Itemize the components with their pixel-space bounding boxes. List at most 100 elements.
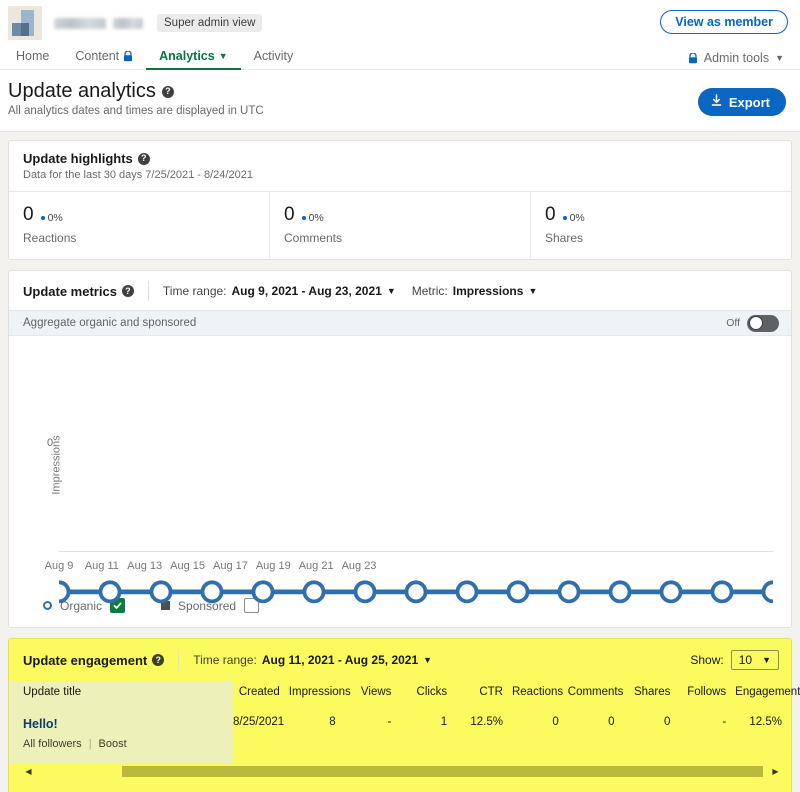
table-row: Hello! All followers | Boost 8/25/2021 8…: [9, 706, 791, 764]
time-range-label: Time range:: [162, 284, 227, 298]
organic-marker-icon: [43, 601, 52, 610]
chevron-down-icon: ▼: [775, 52, 784, 63]
help-icon[interactable]: ?: [137, 152, 150, 165]
export-label: Export: [728, 94, 770, 110]
divider: |: [88, 738, 92, 750]
cell-created: 8/25/2021: [233, 716, 285, 728]
stat-delta-text: 0%: [569, 212, 585, 224]
chevron-down-icon: ▼: [762, 654, 771, 665]
cell-follows: -: [722, 716, 727, 728]
stat-delta-text: 0%: [308, 212, 324, 224]
aggregate-toggle[interactable]: [747, 314, 779, 332]
metric-value: Impressions: [452, 284, 524, 298]
admin-tools-label: Admin tools: [703, 51, 770, 65]
nav-item-content[interactable]: Content: [62, 49, 146, 70]
aggregate-toggle-wrap: Off: [726, 314, 779, 332]
show-rows-control: Show: 10 ▼: [690, 650, 779, 670]
show-label: Show:: [690, 653, 724, 667]
company-logo-icon[interactable]: [8, 6, 42, 40]
stat-value: 0: [23, 204, 34, 225]
metric-dropdown[interactable]: Metric: Impressions ▼: [412, 284, 538, 298]
engagement-table-body: Hello! All followers | Boost 8/25/2021 8…: [9, 706, 791, 764]
cell-reactions: 0: [552, 716, 559, 728]
chart-x-tick: Aug 13: [127, 560, 163, 572]
time-range-value: Aug 9, 2021 - Aug 23, 2021: [231, 284, 382, 298]
nav-item-home[interactable]: Home: [8, 49, 62, 70]
delta-dot-icon: [562, 216, 567, 220]
update-engagement-title: Update engagement ?: [23, 652, 165, 668]
scrollbar-thumb[interactable]: [122, 765, 763, 777]
toggle-state-label: Off: [726, 317, 740, 329]
chart-x-tick: Aug 23: [341, 560, 377, 572]
stat-delta: 0%: [301, 212, 324, 224]
chevron-right-icon[interactable]: ▶: [770, 767, 781, 776]
stat-shares: 0 0% Shares: [531, 192, 791, 259]
company-name-blurred[interactable]: [54, 17, 143, 29]
nav-item-label: Activity: [253, 49, 294, 63]
update-engagement-header: Update engagement ? Time range: Aug 11, …: [9, 639, 791, 681]
admin-tools-menu[interactable]: Admin tools ▼: [688, 51, 784, 65]
page-body: Update highlights ? Data for the last 30…: [0, 132, 800, 792]
time-range-dropdown[interactable]: Time range: Aug 9, 2021 - Aug 23, 2021 ▼: [163, 284, 396, 298]
stat-delta: 0%: [40, 212, 63, 224]
card-title-text: Update highlights: [23, 151, 133, 166]
chart-x-tick: Aug 19: [255, 560, 291, 572]
divider: [178, 650, 180, 670]
chevron-down-icon: ▼: [423, 654, 433, 665]
nav-item-activity[interactable]: Activity: [241, 49, 307, 70]
update-title-link[interactable]: Hello!: [23, 717, 224, 731]
nav-item-analytics[interactable]: Analytics ▼: [146, 49, 241, 70]
metric-label: Metric:: [411, 284, 448, 298]
nav-item-label: Analytics: [159, 49, 215, 63]
show-rows-dropdown[interactable]: 10 ▼: [730, 650, 779, 670]
download-icon: [710, 94, 723, 110]
stat-delta: 0%: [562, 212, 585, 224]
engagement-time-range-dropdown[interactable]: Time range: Aug 11, 2021 - Aug 25, 2021 …: [193, 653, 432, 667]
stat-label: Comments: [284, 231, 343, 245]
chart-x-tick: Aug 15: [170, 560, 205, 572]
chart-y-tick-0: 0: [47, 436, 54, 449]
impressions-chart: Impressions 0 Aug 9 Aug 11 Aug 13 Aug 15 Aug…: [9, 336, 791, 604]
stat-value: 0: [545, 204, 556, 225]
page-header: Update analytics ? All analytics dates a…: [0, 70, 800, 132]
cell-impressions: 8: [329, 716, 336, 728]
export-button[interactable]: Export: [697, 88, 786, 116]
toggle-knob: [748, 316, 763, 330]
help-icon[interactable]: ?: [152, 654, 165, 666]
audience-label: All followers: [23, 738, 82, 750]
page-subtitle: All analytics dates and times are displa…: [8, 105, 264, 117]
time-range-label: Time range:: [193, 653, 257, 667]
update-metrics-header: Update metrics ? Time range: Aug 9, 2021…: [9, 271, 791, 310]
highlights-stats-row: 0 0% Reactions 0 0% Comments 0 0% Shares: [9, 191, 791, 259]
chart-x-tick: Aug 9: [44, 560, 74, 572]
update-highlights-card: Update highlights ? Data for the last 30…: [8, 140, 792, 260]
cell-comments: 0: [608, 716, 615, 728]
card-title-text: Update engagement: [23, 652, 148, 668]
delta-dot-icon: [301, 216, 306, 220]
chart-x-tick: Aug 11: [84, 560, 119, 572]
chart-x-tick-labels: Aug 9 Aug 11 Aug 13 Aug 15 Aug 17 Aug 19 Aug 2…: [45, 560, 773, 576]
page-title: Update analytics ?: [8, 80, 784, 103]
nav-item-label: Home: [16, 49, 50, 63]
stat-comments: 0 0% Comments: [270, 192, 531, 259]
update-metrics-card: Update metrics ? Time range: Aug 9, 2021…: [8, 270, 792, 628]
view-as-member-button[interactable]: View as member: [660, 10, 788, 34]
help-icon[interactable]: ?: [121, 285, 134, 297]
super-admin-view-badge: Super admin view: [157, 14, 263, 32]
card-title-text: Update metrics: [23, 283, 117, 299]
help-icon[interactable]: ?: [161, 85, 174, 98]
cell-views: -: [387, 716, 392, 728]
chevron-down-icon: ▼: [386, 285, 396, 296]
table-horizontal-scrollbar[interactable]: ◀ ▶: [23, 764, 781, 778]
cell-shares: 0: [663, 716, 671, 728]
scrollbar-track[interactable]: [34, 765, 770, 777]
chart-x-tick: Aug 21: [298, 560, 334, 572]
stat-value: 0: [284, 204, 295, 225]
chevron-down-icon: ▼: [218, 50, 228, 61]
boost-link[interactable]: Boost: [99, 738, 127, 750]
chevron-left-icon[interactable]: ◀: [23, 767, 34, 776]
cell-update-title: Hello! All followers | Boost: [9, 706, 233, 764]
engagement-card-footer: [9, 778, 791, 792]
page-title-text: Update analytics: [8, 80, 156, 102]
chevron-down-icon: ▼: [528, 285, 538, 296]
